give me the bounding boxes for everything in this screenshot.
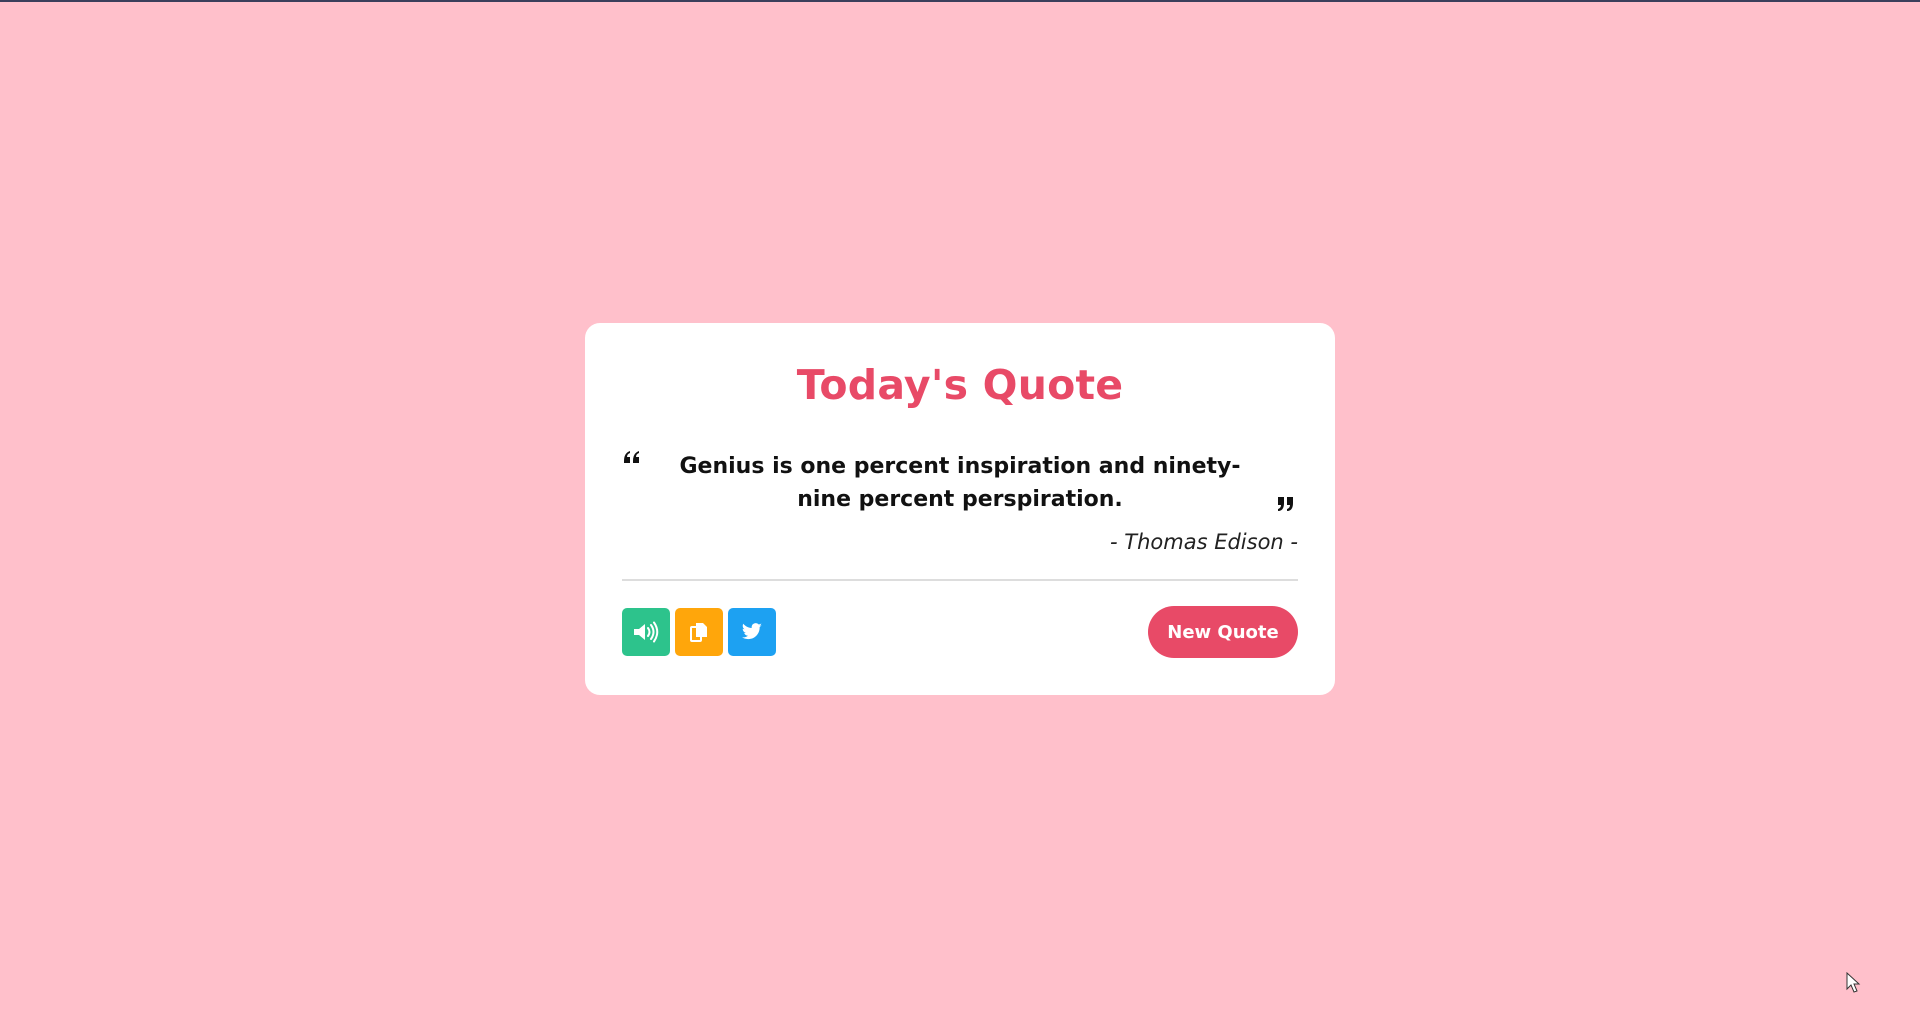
quote-author: - Thomas Edison - <box>1110 530 1298 554</box>
twitter-icon <box>741 623 762 640</box>
volume-icon <box>634 621 659 643</box>
speech-button[interactable] <box>622 608 670 656</box>
copy-icon <box>690 623 707 642</box>
quote-left-icon <box>622 447 644 467</box>
new-quote-button[interactable]: New Quote <box>1148 606 1298 658</box>
window-top-border <box>0 0 1920 2</box>
quote-card: Today's Quote Genius is one percent insp… <box>585 323 1335 695</box>
quote-text: Genius is one percent inspiration and ni… <box>679 454 1241 512</box>
actions-row: New Quote <box>622 606 1298 658</box>
mouse-cursor-icon <box>1846 972 1861 993</box>
quote-right-icon <box>1276 493 1298 513</box>
quote-area: Genius is one percent inspiration and ni… <box>622 447 1298 527</box>
divider <box>622 579 1298 581</box>
copy-button[interactable] <box>675 608 723 656</box>
page-title: Today's Quote <box>796 361 1124 409</box>
twitter-button[interactable] <box>728 608 776 656</box>
